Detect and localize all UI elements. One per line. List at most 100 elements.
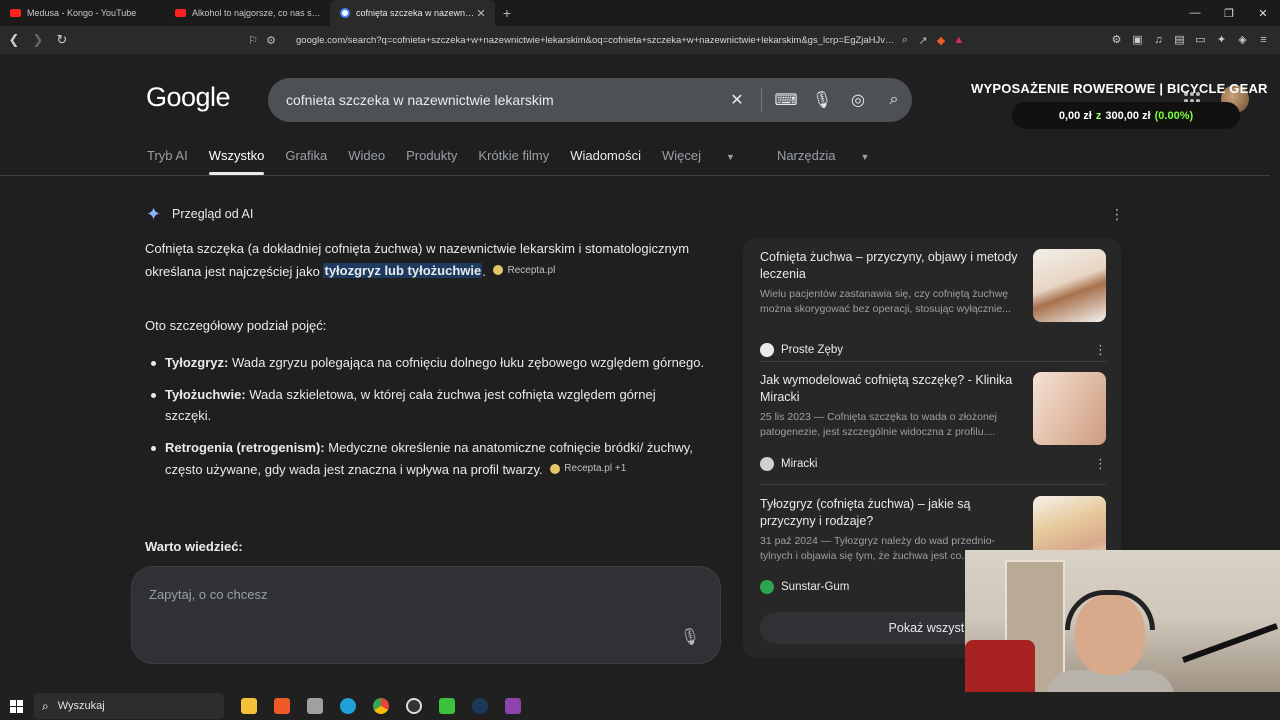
back-icon[interactable]: ❮ (4, 30, 24, 50)
donation-goal-progress: 0,00 zł z 300,00 zł (0.00%) (1012, 102, 1240, 129)
lens-icon[interactable]: ◎ (840, 90, 876, 110)
app-icon[interactable] (298, 692, 331, 720)
tab-more[interactable]: Więcej ▼ (662, 148, 756, 163)
site-info-icon[interactable]: ⚙ (262, 34, 280, 47)
address-bar[interactable]: ⚐ ⚙ google.com/search?q=cofnieta+szczeka… (244, 29, 992, 51)
source-site[interactable]: Sunstar-Gum (760, 580, 849, 594)
ask-input[interactable]: Zapytaj, o co chcesz 🎙 (131, 566, 721, 664)
media-player-icon[interactable] (430, 692, 463, 720)
tab-more-label: Więcej (662, 148, 702, 163)
chrome-icon[interactable] (364, 692, 397, 720)
new-tab-button[interactable]: + (495, 0, 519, 26)
site-favicon-icon (760, 343, 774, 357)
taskbar-search-label: Wyszukaj (57, 700, 105, 712)
ai-overview-intro: Cofnięta szczęka (a dokładniej cofnięta … (145, 238, 715, 282)
microphone-icon[interactable]: 🎙 (804, 90, 840, 110)
reload-icon[interactable]: ↻ (52, 30, 72, 50)
source-card-title[interactable]: Jak wymodelować cofniętą szczękę? - Klin… (760, 372, 1022, 406)
search-input[interactable]: cofnieta szczeka w nazewnictwie lekarski… (286, 92, 719, 108)
source-favicon-icon (493, 265, 504, 276)
source-chip-label: Recepta.pl +1 (564, 463, 627, 474)
bookmark-icon[interactable]: ⚐ (244, 34, 262, 47)
header-divider (0, 175, 1270, 176)
maximize-icon[interactable]: ❐ (1212, 0, 1246, 26)
ask-placeholder[interactable]: Zapytaj, o co chcesz (149, 587, 268, 602)
browser-tab-2[interactable]: Alkohol to najgorsze, co nas spotkało (165, 0, 330, 26)
brave-rewards-icon[interactable]: ▲ (950, 34, 968, 46)
tab-images[interactable]: Grafika (285, 148, 327, 163)
tab-strip: Medusa - Kongo - YouTube Alkohol to najg… (0, 0, 1280, 26)
steam-icon[interactable] (463, 692, 496, 720)
leo-ai-icon[interactable]: ✦ (1213, 31, 1230, 48)
search-box[interactable]: cofnieta szczeka w nazewnictwie lekarski… (268, 78, 912, 122)
list-item: Tyłozgryz: Wada zgryzu polegająca na cof… (145, 352, 705, 374)
google-icon (340, 8, 350, 18)
site-favicon-icon (760, 457, 774, 471)
source-favicon-icon (550, 463, 561, 474)
google-logo[interactable]: Google (146, 82, 231, 113)
file-explorer-icon[interactable] (232, 692, 265, 720)
source-site[interactable]: Proste Zęby (760, 343, 843, 357)
source-card-title[interactable]: Tyłozgryz (cofnięta żuchwa) – jakie są p… (760, 496, 1022, 530)
close-tab-icon[interactable]: ✕ (475, 7, 487, 20)
caret-down-icon: ▼ (726, 152, 735, 162)
wallet-icon[interactable]: ▭ (1192, 31, 1209, 48)
definition: Wada zgryzu polegająca na cofnięciu doln… (228, 355, 705, 370)
definitions-list: Tyłozgryz: Wada zgryzu polegająca na cof… (145, 352, 705, 490)
source-chip[interactable]: Recepta.pl +1 (550, 458, 626, 480)
site-favicon-icon (760, 580, 774, 594)
divider (760, 361, 1106, 362)
extensions-icon[interactable]: ⚙ (1108, 31, 1125, 48)
search-icon[interactable]: ⌕ (876, 91, 912, 109)
ai-overview-header: ✦ Przegląd od AI (146, 205, 253, 223)
windows-icon (9, 699, 23, 713)
edge-icon[interactable] (331, 692, 364, 720)
caret-down-icon: ▼ (860, 152, 870, 162)
screenshot-icon[interactable]: ▣ (1129, 31, 1146, 48)
browser-toolbar: ❮ ❯ ↻ ⚐ ⚙ google.com/search?q=cofnieta+s… (0, 26, 1280, 54)
tab-tools[interactable]: Narzędzia ▼ (777, 148, 890, 163)
forward-icon[interactable]: ❯ (28, 30, 48, 50)
obs-icon[interactable] (397, 692, 430, 720)
start-button[interactable] (0, 692, 32, 720)
tab-news[interactable]: Wiadomości (570, 148, 641, 163)
browser-tab-1[interactable]: Medusa - Kongo - YouTube (0, 0, 165, 26)
tab-shorts[interactable]: Krótkie filmy (478, 148, 549, 163)
tab-products[interactable]: Produkty (406, 148, 457, 163)
menu-icon[interactable]: ≡ (1255, 31, 1272, 48)
minimize-icon[interactable]: — (1178, 0, 1212, 26)
media-icon[interactable]: ♫ (1150, 31, 1167, 48)
microphone-icon[interactable]: 🎙 (680, 627, 700, 647)
tab-all[interactable]: Wszystko (208, 148, 264, 175)
site-name: Proste Zęby (781, 344, 843, 356)
zoom-icon[interactable]: ⌕ (896, 34, 914, 47)
source-site[interactable]: Miracki (760, 457, 817, 471)
tab-ai-mode[interactable]: Tryb AI (147, 148, 188, 163)
extension-icons: ⚙ ▣ ♫ ▤ ▭ ✦ ◈ ≡ (1108, 31, 1272, 48)
app-icon[interactable] (496, 692, 529, 720)
source-chip[interactable]: Recepta.pl (493, 260, 555, 282)
source-card-title[interactable]: Cofnięta żuchwa – przyczyny, objawy i me… (760, 249, 1022, 283)
close-window-icon[interactable]: ✕ (1246, 0, 1280, 26)
clear-icon[interactable]: ✕ (719, 90, 755, 110)
sidebar-icon[interactable]: ▤ (1171, 31, 1188, 48)
brave-shield-icon[interactable]: ◆ (932, 34, 950, 47)
sparkle-icon: ✦ (146, 204, 162, 224)
browser-tab-active[interactable]: cofnięta szczeka w nazewnictwie ✕ (330, 0, 495, 26)
vpn-icon[interactable]: ◈ (1234, 31, 1251, 48)
keyboard-icon[interactable]: ⌨ (768, 90, 804, 110)
url-text[interactable]: google.com/search?q=cofnieta+szczeka+w+n… (296, 35, 896, 46)
more-options-icon[interactable]: ⋮ (1094, 342, 1107, 358)
more-options-icon[interactable]: ⋮ (1110, 206, 1124, 223)
term: Tyłozgryz: (165, 355, 229, 370)
source-thumbnail[interactable] (1033, 249, 1106, 322)
more-options-icon[interactable]: ⋮ (1094, 456, 1107, 472)
taskbar-search[interactable]: ⌕ Wyszukaj (34, 693, 224, 719)
share-icon[interactable]: ↗ (914, 34, 932, 47)
tab-video[interactable]: Wideo (348, 148, 385, 163)
brave-icon[interactable] (265, 692, 298, 720)
taskbar: ⌕ Wyszukaj (0, 692, 1280, 720)
detail-intro: Oto szczegółowy podział pojęć: (145, 318, 327, 333)
source-chip-label: Recepta.pl (507, 264, 556, 276)
source-thumbnail[interactable] (1033, 372, 1106, 445)
